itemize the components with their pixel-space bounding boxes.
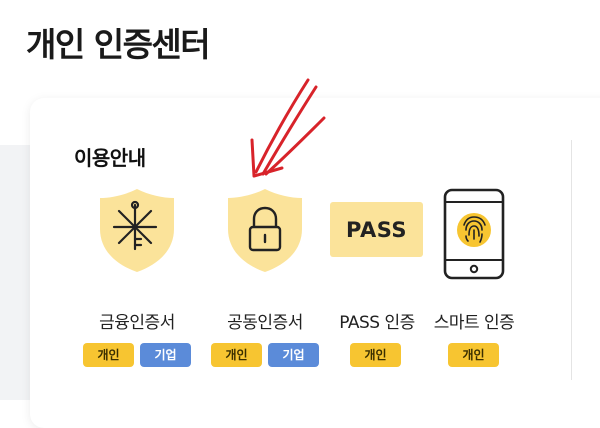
tag-personal[interactable]: 개인	[211, 343, 262, 367]
tag-business[interactable]: 기업	[140, 343, 191, 367]
tag-business[interactable]: 기업	[268, 343, 319, 367]
item-label-smart-auth[interactable]: 스마트 인증	[422, 308, 526, 333]
pass-logo-text: PASS	[345, 217, 408, 242]
card-divider	[571, 140, 572, 380]
item-label-joint-cert[interactable]: 공동인증서	[212, 308, 318, 333]
page-title: 개인 인증센터	[26, 25, 211, 64]
key-shield-icon[interactable]	[97, 185, 177, 275]
section-title: 이용안내	[74, 146, 146, 170]
pass-logo-icon[interactable]: PASS	[330, 202, 423, 257]
tag-personal[interactable]: 개인	[83, 343, 134, 367]
lock-shield-icon[interactable]	[225, 185, 305, 275]
tag-personal[interactable]: 개인	[448, 343, 499, 367]
red-arrow-icon	[250, 78, 326, 178]
item-label-pass-auth[interactable]: PASS 인증	[325, 308, 429, 333]
fingerprint-phone-icon[interactable]	[442, 188, 506, 280]
item-label-financial-cert[interactable]: 금융인증서	[84, 308, 190, 333]
tag-personal[interactable]: 개인	[350, 343, 401, 367]
